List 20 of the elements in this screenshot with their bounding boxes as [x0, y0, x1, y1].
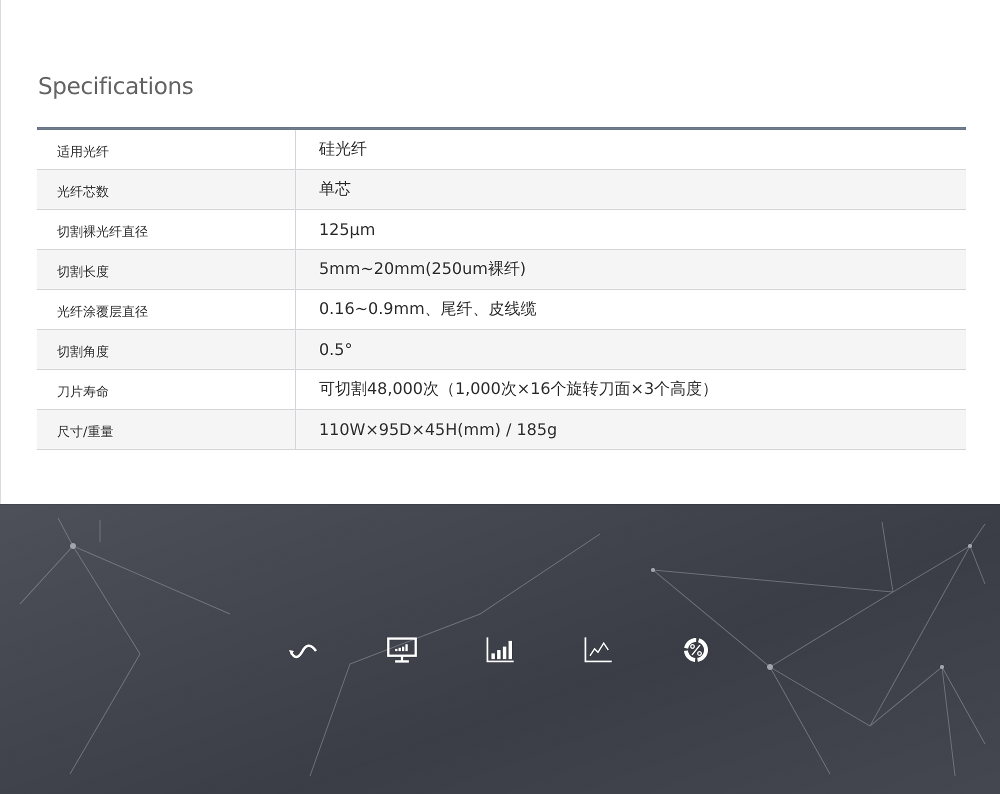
monitor-chart-icon [386, 636, 418, 664]
spec-label-cell: 切割长度 [37, 250, 296, 289]
spec-value-cell-text: 0.16~0.9mm、尾纤、皮线缆 [318, 298, 537, 320]
spec-value-cell-text: 5mm~20mm(250um裸纤) [318, 258, 526, 280]
spec-value-cell-text: 硅光纤 [318, 138, 367, 160]
spec-label-cell: 切割角度 [37, 330, 296, 369]
spec-value-cell-text: 125μm [318, 219, 376, 241]
line-chart-icon [582, 636, 614, 664]
spec-label-cell: 光纤涂覆层直径 [37, 290, 296, 329]
spec-value-cell-text: 可切割48,000次（1,000次×16个旋转刀面×3个高度） [318, 378, 718, 400]
spec-label-cell: 刀片寿命 [37, 370, 296, 409]
section-title: Specifications [38, 74, 194, 101]
spec-label-cell: 切割裸光纤直径 [37, 210, 296, 249]
spec-label-cell: 适用光纤 [37, 130, 296, 169]
spec-label-cell: 尺寸/重量 [37, 410, 296, 449]
spec-value-cell-text: 110W×95D×45H(mm) / 185g [318, 419, 558, 441]
spec-label-cell: 光纤芯数 [37, 170, 296, 209]
bar-chart-icon [484, 636, 516, 664]
spec-value-cell-text: 单芯 [318, 178, 351, 200]
spec-value-cell-text: 0.5° [318, 339, 352, 361]
